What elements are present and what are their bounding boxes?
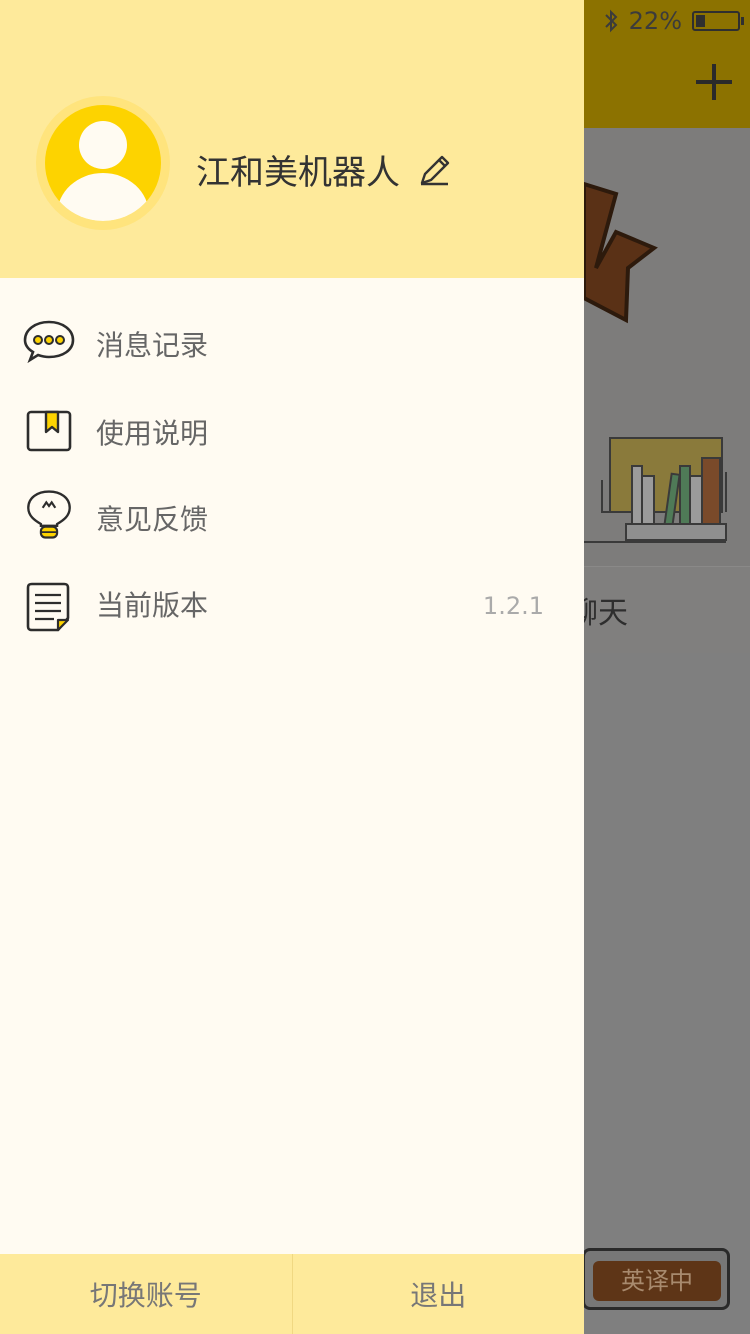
menu-label: 意见反馈 <box>96 503 209 536</box>
battery-icon <box>692 11 744 31</box>
switch-account-button[interactable]: 切换账号 <box>0 1254 292 1334</box>
user-name-row[interactable]: 江和美机器人 <box>196 145 452 194</box>
bookmark-book-icon <box>26 410 72 452</box>
user-name: 江和美机器人 <box>196 153 400 193</box>
avatar[interactable] <box>36 96 170 230</box>
drawer-header: 江和美机器人 <box>0 0 584 278</box>
drawer-bottom-bar: 切换账号 退出 <box>0 1254 584 1334</box>
status-bar: 22% <box>603 6 744 36</box>
menu-item-instructions[interactable]: 使用说明 <box>0 390 584 470</box>
menu-label: 使用说明 <box>96 417 209 450</box>
user-avatar-icon <box>57 121 149 221</box>
bluetooth-icon <box>604 9 618 33</box>
side-drawer: 江和美机器人 消息记录 使用说明 意见反馈 当前版本 1.2.1 切换账号 退出 <box>0 0 584 1334</box>
document-icon <box>26 582 70 632</box>
chat-bubble-icon <box>23 320 75 364</box>
menu-item-feedback[interactable]: 意见反馈 <box>0 476 584 556</box>
menu-item-message-history[interactable]: 消息记录 <box>0 302 584 382</box>
translate-button-label: 英译中 <box>593 1261 721 1301</box>
menu-label: 消息记录 <box>96 329 209 362</box>
plus-icon[interactable] <box>692 60 736 104</box>
lightbulb-icon <box>27 490 71 539</box>
pencil-icon[interactable] <box>418 153 452 187</box>
menu-label: 当前版本 <box>96 589 209 622</box>
menu-item-version[interactable]: 当前版本 1.2.1 <box>0 562 584 642</box>
logout-button[interactable]: 退出 <box>293 1254 585 1334</box>
battery-percent: 22% <box>628 7 682 35</box>
translate-button[interactable]: 英译中 <box>582 1248 730 1310</box>
version-number: 1.2.1 <box>482 592 544 620</box>
